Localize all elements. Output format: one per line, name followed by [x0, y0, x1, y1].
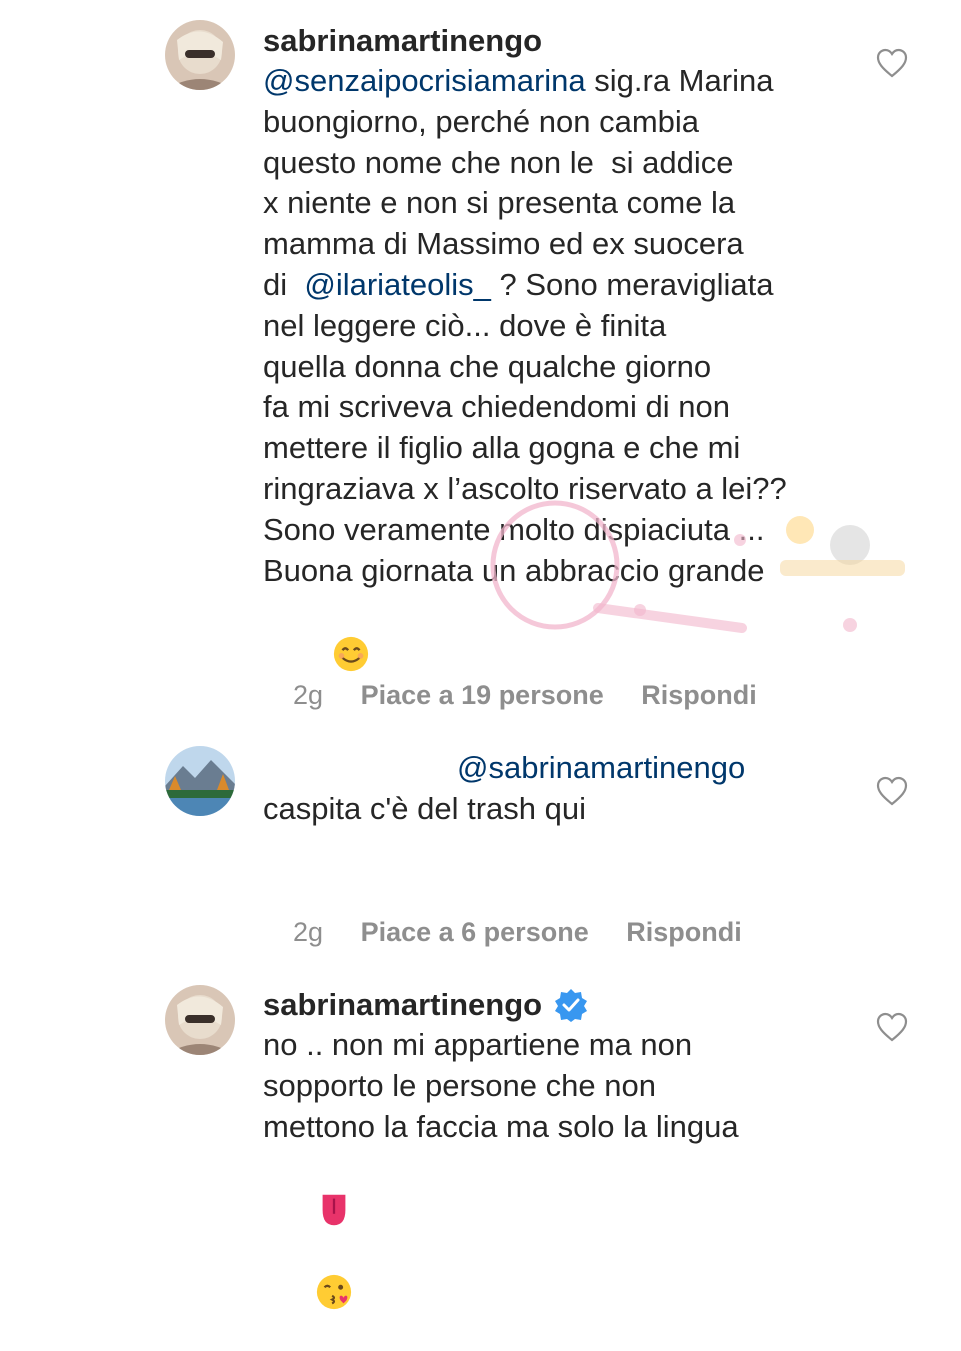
comment-age: 2g [293, 680, 324, 710]
comment-line: buongiorno, perché non cambia [263, 103, 700, 139]
comment-text: caspita c'è del trash qui [263, 790, 586, 826]
comment-line: nel leggere ciò... dove è finita [263, 307, 667, 343]
comment-age: 2g [293, 917, 324, 947]
avatar-photo [165, 985, 235, 1055]
avatar[interactable] [165, 746, 235, 816]
comment-line: Buona giornata un abbraccio grande [263, 552, 765, 588]
comment-line: questo nome che non le si addice [263, 144, 734, 180]
comment-line: Sono veramente molto dispiaciuta ... [263, 511, 765, 547]
avatar-photo [165, 20, 235, 90]
comment-line: mettere il figlio alla gogna e che mi [263, 430, 741, 466]
kissing-face-emoji [316, 1274, 351, 1309]
avatar-photo [165, 746, 235, 816]
likes-count[interactable]: Piace a 6 persone [361, 917, 589, 947]
reply-button[interactable]: Rispondi [641, 680, 757, 710]
mention-link[interactable]: @ilariateolis_ [304, 267, 491, 302]
comment-line: fa mi scriveva chiedendomi di non [263, 389, 730, 425]
comment-line: mamma di Massimo ed ex suocera [263, 226, 744, 262]
mention-link[interactable]: @senzaipocrisiamarina [263, 63, 586, 98]
verified-badge-icon [555, 988, 588, 1022]
emoji-line [263, 591, 863, 672]
comment-line: @senzaipocrisiamarina sig.ra Marina [263, 63, 774, 98]
comment-line: quella donna che qualche giorno [263, 348, 712, 384]
comment-line: x niente e non si presenta come la [263, 185, 736, 221]
comment-line: ringraziava x l’ascolto riservato a lei?… [263, 470, 787, 506]
comment-line: di @ilariateolis_ ? Sono meravigliata [263, 266, 774, 302]
mention-link[interactable]: @sabrinamartinengo [457, 750, 745, 785]
reply-button[interactable]: Rispondi [626, 917, 742, 947]
comment-line: @sabrinamartinengo [263, 748, 863, 789]
comment-meta: 2g Piace a 6 persone Rispondi [263, 886, 742, 979]
comment-line: no .. non mi appartiene ma non [263, 1027, 693, 1062]
tongue-emoji [322, 1194, 346, 1226]
comment-line: mettono la faccia ma solo la lingua [263, 1108, 739, 1144]
like-heart-icon[interactable] [876, 48, 908, 78]
avatar[interactable] [165, 985, 235, 1055]
comment-text: @senzaipocrisiamarina sig.ra Marina buon… [263, 61, 863, 672]
comment-meta: 2g Piace a 19 persone Rispondi [263, 649, 757, 742]
avatar[interactable] [165, 20, 235, 90]
emoji-line [263, 1147, 863, 1309]
like-heart-icon[interactable] [876, 1012, 908, 1042]
like-heart-icon[interactable] [876, 776, 908, 806]
comment-line: sopporto le persone che non [263, 1067, 656, 1103]
comment-username[interactable]: sabrinamartinengo [263, 984, 588, 1025]
comment-username[interactable]: sabrinamartinengo [263, 20, 542, 61]
likes-count[interactable]: Piace a 19 persone [361, 680, 604, 710]
